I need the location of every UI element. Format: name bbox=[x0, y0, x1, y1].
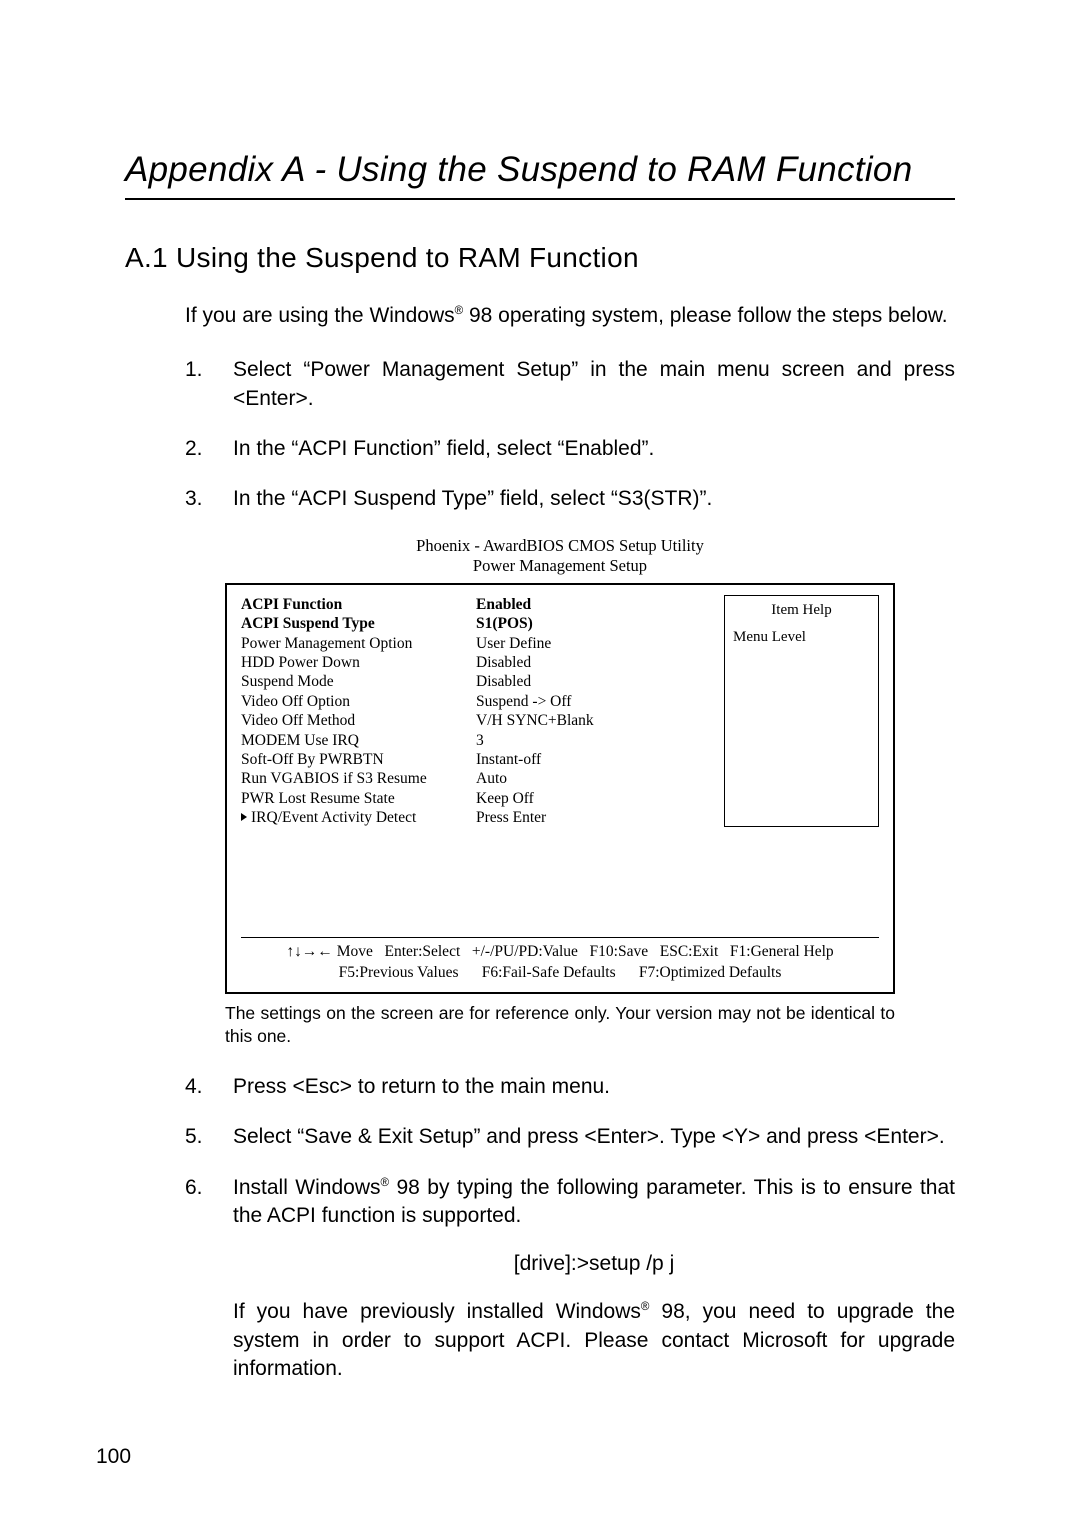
bios-setting-value: 3 bbox=[476, 731, 714, 750]
appendix-title: Appendix A - Using the Suspend to RAM Fu… bbox=[125, 150, 955, 190]
step-1: 1. Select “Power Management Setup” in th… bbox=[185, 356, 955, 413]
bios-setting-row: Suspend ModeDisabled bbox=[241, 672, 714, 691]
bios-setting-value: Enabled bbox=[476, 595, 714, 614]
install-command: [drive]:>setup /p j bbox=[233, 1252, 955, 1276]
step-6: 6. Install Windows® 98 by typing the fol… bbox=[185, 1174, 955, 1231]
bios-figure: Phoenix - AwardBIOS CMOS Setup Utility P… bbox=[225, 536, 895, 995]
bios-settings: ACPI FunctionEnabledACPI Suspend TypeS1(… bbox=[241, 595, 724, 828]
bios-help-menu-level: Menu Level bbox=[733, 629, 870, 646]
bios-setting-label: Soft-Off By PWRBTN bbox=[241, 750, 476, 769]
title-rule bbox=[125, 198, 955, 200]
bios-help-title: Item Help bbox=[733, 602, 870, 619]
triangle-right-icon bbox=[241, 813, 247, 821]
bios-setting-label: Power Management Option bbox=[241, 634, 476, 653]
bios-setting-row: ACPI Suspend TypeS1(POS) bbox=[241, 614, 714, 633]
bios-setting-value: Press Enter bbox=[476, 808, 714, 827]
bios-setting-row: Power Management OptionUser Define bbox=[241, 634, 714, 653]
section-heading: A.1 Using the Suspend to RAM Function bbox=[125, 242, 955, 274]
bios-setting-label: ACPI Suspend Type bbox=[241, 614, 476, 633]
steps-list-top: 1. Select “Power Management Setup” in th… bbox=[185, 356, 955, 513]
step-2: 2. In the “ACPI Function” field, select … bbox=[185, 435, 955, 463]
step-4: 4. Press <Esc> to return to the main men… bbox=[185, 1073, 955, 1101]
post-command-paragraph: If you have previously installed Windows… bbox=[233, 1298, 955, 1383]
bios-setting-label: HDD Power Down bbox=[241, 653, 476, 672]
step-text: In the “ACPI Function” field, select “En… bbox=[233, 435, 955, 463]
bios-setting-row: MODEM Use IRQ3 bbox=[241, 731, 714, 750]
intro-paragraph: If you are using the Windows® 98 operati… bbox=[185, 302, 955, 330]
figure-note: The settings on the screen are for refer… bbox=[225, 1002, 895, 1047]
step-text: In the “ACPI Suspend Type” field, select… bbox=[233, 485, 955, 513]
bios-caption-line2: Power Management Setup bbox=[473, 556, 647, 575]
bios-setting-label: Run VGABIOS if S3 Resume bbox=[241, 769, 476, 788]
bios-setting-value: Disabled bbox=[476, 672, 714, 691]
bios-setting-value: Instant-off bbox=[476, 750, 714, 769]
bios-setting-value: S1(POS) bbox=[476, 614, 714, 633]
bios-setting-label: ACPI Function bbox=[241, 595, 476, 614]
bios-setting-row: Soft-Off By PWRBTNInstant-off bbox=[241, 750, 714, 769]
page-number: 100 bbox=[96, 1445, 131, 1469]
bios-box: ACPI FunctionEnabledACPI Suspend TypeS1(… bbox=[225, 583, 895, 994]
step-text: Install Windows® 98 by typing the follow… bbox=[233, 1174, 955, 1231]
bios-setting-label: IRQ/Event Activity Detect bbox=[241, 808, 476, 827]
bios-caption: Phoenix - AwardBIOS CMOS Setup Utility P… bbox=[225, 536, 895, 577]
step-number: 4. bbox=[185, 1073, 233, 1101]
bios-footer-line2: F5:Previous Values F6:Fail-Safe Defaults… bbox=[339, 964, 782, 981]
bios-setting-row: Video Off OptionSuspend -> Off bbox=[241, 692, 714, 711]
bios-setting-row: ACPI FunctionEnabled bbox=[241, 595, 714, 614]
bios-setting-row: IRQ/Event Activity DetectPress Enter bbox=[241, 808, 714, 827]
bios-setting-label: MODEM Use IRQ bbox=[241, 731, 476, 750]
step-5: 5. Select “Save & Exit Setup” and press … bbox=[185, 1123, 955, 1151]
steps-list-bottom: 4. Press <Esc> to return to the main men… bbox=[185, 1073, 955, 1230]
bios-setting-label: Suspend Mode bbox=[241, 672, 476, 691]
bios-setting-row: HDD Power DownDisabled bbox=[241, 653, 714, 672]
bios-help-panel: Item Help Menu Level bbox=[724, 595, 879, 828]
step-text: Select “Power Management Setup” in the m… bbox=[233, 356, 955, 413]
bios-setting-value: User Define bbox=[476, 634, 714, 653]
bios-setting-value: Auto bbox=[476, 769, 714, 788]
bios-footer-line1: ↑↓→← Move Enter:Select +/-/PU/PD:Value F… bbox=[286, 943, 833, 960]
step-number: 5. bbox=[185, 1123, 233, 1151]
bios-setting-label: Video Off Method bbox=[241, 711, 476, 730]
bios-setting-row: PWR Lost Resume StateKeep Off bbox=[241, 789, 714, 808]
bios-setting-value: Suspend -> Off bbox=[476, 692, 714, 711]
step-text: Select “Save & Exit Setup” and press <En… bbox=[233, 1123, 955, 1151]
bios-setting-row: Run VGABIOS if S3 ResumeAuto bbox=[241, 769, 714, 788]
bios-setting-value: V/H SYNC+Blank bbox=[476, 711, 714, 730]
step-number: 6. bbox=[185, 1174, 233, 1231]
bios-caption-line1: Phoenix - AwardBIOS CMOS Setup Utility bbox=[416, 536, 704, 555]
bios-setting-value: Keep Off bbox=[476, 789, 714, 808]
bios-setting-row: Video Off MethodV/H SYNC+Blank bbox=[241, 711, 714, 730]
bios-setting-label: PWR Lost Resume State bbox=[241, 789, 476, 808]
step-number: 1. bbox=[185, 356, 233, 413]
step-3: 3. In the “ACPI Suspend Type” field, sel… bbox=[185, 485, 955, 513]
step-number: 2. bbox=[185, 435, 233, 463]
bios-footer: ↑↓→← Move Enter:Select +/-/PU/PD:Value F… bbox=[241, 937, 879, 984]
step-text: Press <Esc> to return to the main menu. bbox=[233, 1073, 955, 1101]
bios-setting-value: Disabled bbox=[476, 653, 714, 672]
bios-setting-label: Video Off Option bbox=[241, 692, 476, 711]
step-number: 3. bbox=[185, 485, 233, 513]
